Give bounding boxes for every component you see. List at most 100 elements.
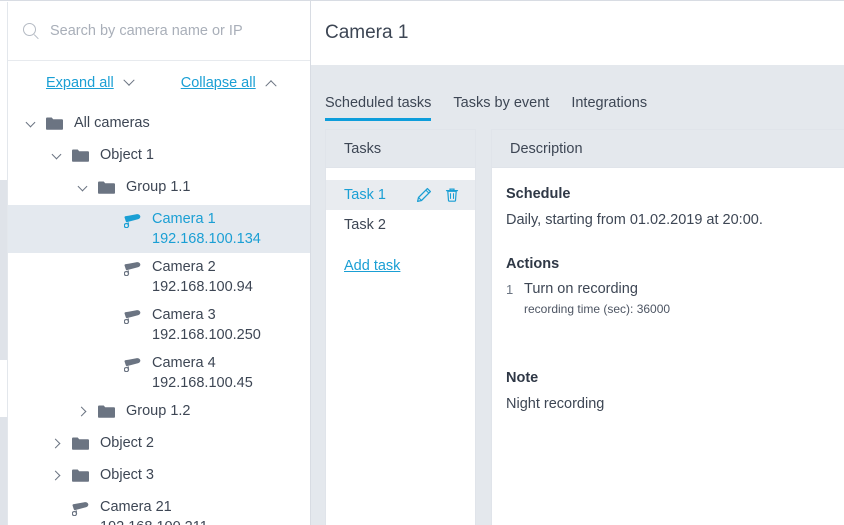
search-icon	[22, 22, 40, 40]
chevron-up-icon	[265, 80, 277, 92]
tree-controls: Expand all Collapse all	[0, 61, 310, 105]
folder-icon	[44, 113, 66, 135]
camera-tree-sidebar: Expand all Collapse all All cameras Objec…	[0, 1, 311, 525]
pencil-icon	[416, 187, 432, 203]
task-label: Task 2	[344, 217, 386, 233]
camera-icon	[124, 358, 141, 372]
chevron-down-icon[interactable]	[48, 145, 70, 167]
page-title: Camera 1	[325, 22, 409, 43]
twisty-spacer	[100, 209, 122, 231]
folder-icon	[72, 469, 89, 482]
expand-all-button[interactable]: Expand all	[46, 74, 135, 91]
tree-item-label: Group 1.2	[126, 403, 191, 419]
chevron-down-icon[interactable]	[22, 113, 44, 135]
tasks-panel: Tasks Task 1 Task 2 Add task	[325, 129, 476, 525]
tree-item-camera[interactable]: Camera 2 192.168.100.94	[0, 253, 310, 301]
folder-icon	[72, 149, 89, 162]
note-heading: Note	[506, 370, 539, 386]
scrollbar-thumb[interactable]	[0, 180, 7, 360]
tree-item-folder[interactable]: Group 1.1	[0, 173, 310, 205]
note-text: Night recording	[506, 396, 605, 412]
tree-item-label: All cameras	[74, 115, 150, 131]
task-list-item[interactable]: Task 1	[326, 180, 475, 210]
tree-item-ip: 192.168.100.94	[152, 279, 253, 295]
search-input[interactable]	[50, 22, 296, 39]
content-area: Camera 1 Scheduled tasks Tasks by event In…	[311, 1, 844, 525]
action-item: 1 Turn on recording recording time (sec): …	[506, 280, 844, 318]
folder-icon	[96, 177, 118, 199]
search-bar	[0, 1, 310, 61]
trash-icon[interactable]	[441, 184, 463, 206]
twisty-spacer	[100, 353, 122, 375]
tree-item-folder[interactable]: All cameras	[0, 109, 310, 141]
camera-icon	[70, 497, 92, 519]
tree-item-ip: 192.168.100.134	[152, 231, 261, 247]
app-window: Expand all Collapse all All cameras Objec…	[0, 0, 844, 525]
description-panel-header: Description	[492, 130, 844, 168]
folder-icon	[96, 401, 118, 423]
task-list-item[interactable]: Task 2	[326, 210, 475, 240]
action-title: Turn on recording	[524, 281, 638, 297]
scrollbar-thumb-lower[interactable]	[0, 417, 7, 525]
camera-icon	[72, 502, 89, 516]
schedule-heading: Schedule	[506, 186, 571, 202]
tree-item-label: Camera 2 192.168.100.94	[152, 259, 253, 295]
camera-icon	[124, 262, 141, 276]
action-number: 1	[506, 282, 514, 297]
collapse-all-label: Collapse all	[180, 75, 256, 91]
twisty-spacer	[100, 305, 122, 327]
tree-item-camera[interactable]: Camera 3 192.168.100.250	[0, 301, 310, 349]
tree-item-label: Object 2	[100, 435, 154, 451]
folder-icon	[98, 181, 115, 194]
description-body: Schedule Daily, starting from 01.02.2019…	[492, 168, 844, 414]
tree-item-label: Camera 3 192.168.100.250	[152, 307, 261, 343]
tree-item-label: Object 3	[100, 467, 154, 483]
tree-item-label: Camera 1 192.168.100.134	[152, 211, 261, 247]
tree-item-folder[interactable]: Object 3	[0, 461, 310, 493]
folder-icon	[70, 433, 92, 455]
tree-item-camera[interactable]: Camera 4 192.168.100.45	[0, 349, 310, 397]
tab-integrations[interactable]: Integrations	[571, 95, 647, 121]
collapse-all-button[interactable]: Collapse all	[180, 75, 277, 92]
chevron-right-icon[interactable]	[48, 465, 70, 487]
tree-item-label: Object 1	[100, 147, 154, 163]
sidebar-scrollbar[interactable]	[0, 2, 8, 525]
trash-icon	[445, 188, 459, 202]
folder-icon	[72, 437, 89, 450]
camera-icon	[124, 214, 141, 228]
camera-tree: All cameras Object 1 Group 1.1 Camera 1 192.…	[0, 105, 310, 525]
folder-icon	[98, 405, 115, 418]
twisty-spacer	[100, 257, 122, 279]
action-parameter: recording time (sec): 36000	[524, 302, 671, 316]
folder-icon	[70, 465, 92, 487]
tree-item-label: Camera 4 192.168.100.45	[152, 355, 253, 391]
folder-icon	[46, 117, 63, 130]
tab-tasks-by-event[interactable]: Tasks by event	[453, 95, 549, 121]
pencil-icon[interactable]	[413, 184, 435, 206]
camera-icon	[122, 305, 144, 327]
tree-item-camera[interactable]: Camera 1 192.168.100.134	[0, 205, 310, 253]
camera-icon	[122, 353, 144, 375]
description-panel: Description Schedule Daily, starting fro…	[491, 129, 844, 525]
tree-item-camera[interactable]: Camera 21192.168.100.211	[0, 493, 310, 525]
tree-item-folder[interactable]: Object 1	[0, 141, 310, 173]
tab-bar: Scheduled tasks Tasks by event Integration…	[311, 65, 844, 121]
chevron-down-icon[interactable]	[74, 177, 96, 199]
chevron-down-icon	[123, 74, 135, 86]
tree-item-folder[interactable]: Object 2	[0, 429, 310, 461]
content-header: Camera 1	[311, 1, 844, 65]
chevron-right-icon[interactable]	[74, 401, 96, 423]
tasks-list: Task 1 Task 2 Add task	[326, 168, 475, 275]
tasks-panel-title: Tasks	[344, 140, 382, 157]
chevron-right-icon[interactable]	[48, 433, 70, 455]
tab-scheduled-tasks[interactable]: Scheduled tasks	[325, 95, 432, 121]
tasks-panel-header: Tasks	[326, 130, 475, 168]
camera-icon	[124, 310, 141, 324]
tree-item-ip: 192.168.100.45	[152, 375, 253, 391]
tree-item-label: Camera 21192.168.100.211	[100, 497, 208, 525]
folder-icon	[70, 145, 92, 167]
add-task-link[interactable]: Add task	[344, 258, 400, 274]
tree-item-folder[interactable]: Group 1.2	[0, 397, 310, 429]
